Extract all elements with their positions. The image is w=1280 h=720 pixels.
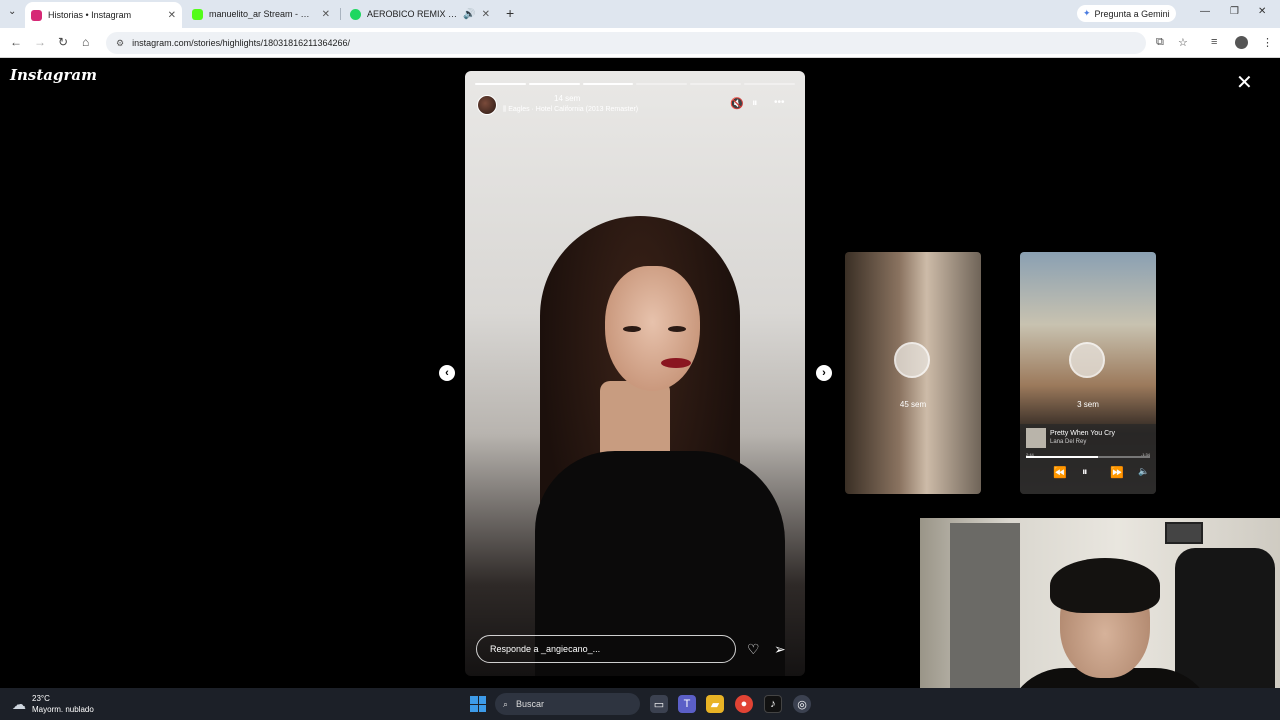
story-photo-lips — [661, 358, 691, 368]
previous-story-button[interactable]: ‹ — [439, 365, 455, 381]
preview-time: 3 sem — [1077, 400, 1099, 409]
tab-close-icon[interactable]: ✕ — [168, 10, 176, 21]
chrome-icon[interactable]: ● — [735, 695, 753, 713]
webcam-wall-frame — [1165, 522, 1203, 544]
preview-avatar — [1069, 342, 1105, 378]
story-preview-1[interactable]: 45 sem — [845, 252, 981, 494]
progress-segment — [475, 83, 526, 85]
tab-title: AEROBICO REMIX - Bhavi, L — [367, 9, 457, 19]
music-pause-icon: ⏸ — [1082, 466, 1088, 478]
reload-icon[interactable]: ↻ — [58, 35, 68, 49]
reply-input[interactable]: Responde a _angiecano_... — [476, 635, 736, 663]
music-title: Pretty When You Cry — [1050, 430, 1115, 437]
progress-segment — [582, 83, 634, 85]
progress-segment — [528, 83, 580, 85]
tab-close-icon[interactable]: ✕ — [482, 9, 490, 20]
preview-time: 45 sem — [899, 400, 927, 409]
music-progress-bar — [1026, 456, 1150, 458]
next-story-button[interactable]: › — [816, 365, 832, 381]
progress-segment — [744, 83, 795, 85]
install-app-icon[interactable]: ⧉ — [1156, 36, 1164, 49]
story-progress — [475, 83, 795, 85]
cloud-icon: ☁ — [12, 695, 26, 712]
maximize-icon[interactable]: ❐ — [1230, 6, 1239, 17]
more-options-icon[interactable]: ••• — [774, 97, 785, 108]
tab-separator — [340, 8, 341, 20]
url-field[interactable]: ⚙ instagram.com/stories/highlights/18031… — [106, 32, 1146, 54]
rewind-icon: ⏪ — [1053, 467, 1067, 479]
instagram-logo[interactable]: Instagram — [10, 66, 97, 84]
weather-widget[interactable]: ☁ 23°C Mayorm. nublado — [12, 693, 94, 715]
home-icon[interactable]: ⌂ — [82, 35, 89, 49]
new-tab-button[interactable]: + — [506, 5, 514, 21]
album-art — [1026, 428, 1046, 448]
music-sticker: Pretty When You Cry Lana Del Rey 2:44 -1… — [1020, 424, 1156, 494]
preview-avatar — [894, 342, 930, 378]
story-photo-eye — [668, 326, 686, 332]
minimize-icon[interactable]: — — [1200, 6, 1210, 17]
weather-temperature: 23°C — [32, 694, 50, 703]
profile-avatar[interactable] — [1235, 36, 1248, 49]
gemini-button[interactable]: ✦ Pregunta a Gemini — [1077, 5, 1176, 22]
site-info-icon[interactable]: ⚙ — [116, 38, 124, 49]
gemini-icon: ✦ — [1083, 8, 1091, 18]
like-heart-icon[interactable]: ♡ — [747, 641, 760, 658]
app-icon[interactable]: ◎ — [793, 695, 811, 713]
story-preview-2[interactable]: 3 sem Pretty When You Cry Lana Del Rey 2… — [1020, 252, 1156, 494]
story-song[interactable]: ⫼ Eagles · Hotel California (2013 Remast… — [503, 106, 638, 114]
tab-spotify[interactable]: AEROBICO REMIX - Bhavi, L 🔊 ✕ — [344, 4, 496, 24]
spotify-favicon-icon — [350, 8, 361, 20]
bookmark-star-icon[interactable]: ☆ — [1178, 36, 1188, 49]
tab-title: manuelito_ar Stream - Watch Li — [209, 9, 316, 19]
story-viewer[interactable]: 14 sem ⫼ Eagles · Hotel California (2013… — [465, 71, 805, 676]
music-bars-icon: ⫼ — [503, 106, 507, 113]
taskbar-search[interactable]: ⌕ Buscar — [495, 693, 640, 715]
kick-favicon-icon — [192, 8, 203, 20]
story-time: 14 sem — [554, 94, 581, 103]
gemini-label: Pregunta a Gemini — [1094, 8, 1170, 19]
music-artist: Lana Del Rey — [1050, 439, 1087, 445]
tab-audio-icon[interactable]: 🔊 — [463, 9, 475, 20]
story-photo-eye — [623, 326, 641, 332]
menu-icon[interactable]: ⋮ — [1262, 36, 1273, 49]
address-bar: ← → ↻ ⌂ ⚙ instagram.com/stories/highligh… — [0, 28, 1280, 58]
story-song-title: Eagles · Hotel California (2013 Remaster… — [508, 106, 639, 113]
windows-taskbar: ☁ 23°C Mayorm. nublado ⌕ Buscar ▭ T ▰ ● … — [0, 688, 1280, 720]
close-stories-icon[interactable]: ✕ — [1236, 70, 1253, 95]
media-control-icon[interactable]: ≡ — [1211, 36, 1217, 48]
url-text: instagram.com/stories/highlights/1803181… — [132, 38, 351, 48]
start-button[interactable] — [470, 696, 486, 712]
tab-title: Historias • Instagram — [48, 10, 132, 20]
teams-icon[interactable]: T — [678, 695, 696, 713]
taskbar-search-placeholder: Buscar — [516, 699, 545, 709]
story-avatar[interactable] — [477, 95, 497, 115]
back-icon[interactable]: ← — [10, 35, 22, 49]
tab-close-icon[interactable]: ✕ — [322, 9, 330, 20]
search-icon: ⌕ — [503, 698, 509, 709]
weather-condition: Mayorm. nublado — [32, 705, 94, 714]
webcam-person-hair — [1050, 558, 1160, 613]
forward-icon[interactable]: → — [34, 35, 46, 49]
task-view-icon[interactable]: ▭ — [650, 695, 668, 713]
progress-segment — [690, 83, 742, 85]
tab-search-icon[interactable]: ⌄ — [8, 6, 16, 17]
tab-kick[interactable]: manuelito_ar Stream - Watch Li ✕ — [186, 4, 336, 24]
mute-icon[interactable]: 🔇 — [730, 97, 744, 110]
volume-icon: 🔈 — [1138, 466, 1150, 476]
pause-icon[interactable]: ⏸ — [752, 97, 758, 110]
tab-instagram[interactable]: Historias • Instagram ✕ — [25, 2, 182, 28]
fast-forward-icon: ⏩ — [1110, 467, 1124, 479]
browser-tab-bar: ⌄ Historias • Instagram ✕ manuelito_ar S… — [0, 0, 1280, 28]
share-send-icon[interactable]: ➢ — [774, 641, 786, 658]
instagram-favicon-icon — [31, 9, 42, 21]
window-close-icon[interactable]: ✕ — [1258, 6, 1266, 17]
file-explorer-icon[interactable]: ▰ — [706, 695, 724, 713]
tiktok-icon[interactable]: ♪ — [764, 695, 782, 713]
progress-segment — [636, 83, 688, 85]
